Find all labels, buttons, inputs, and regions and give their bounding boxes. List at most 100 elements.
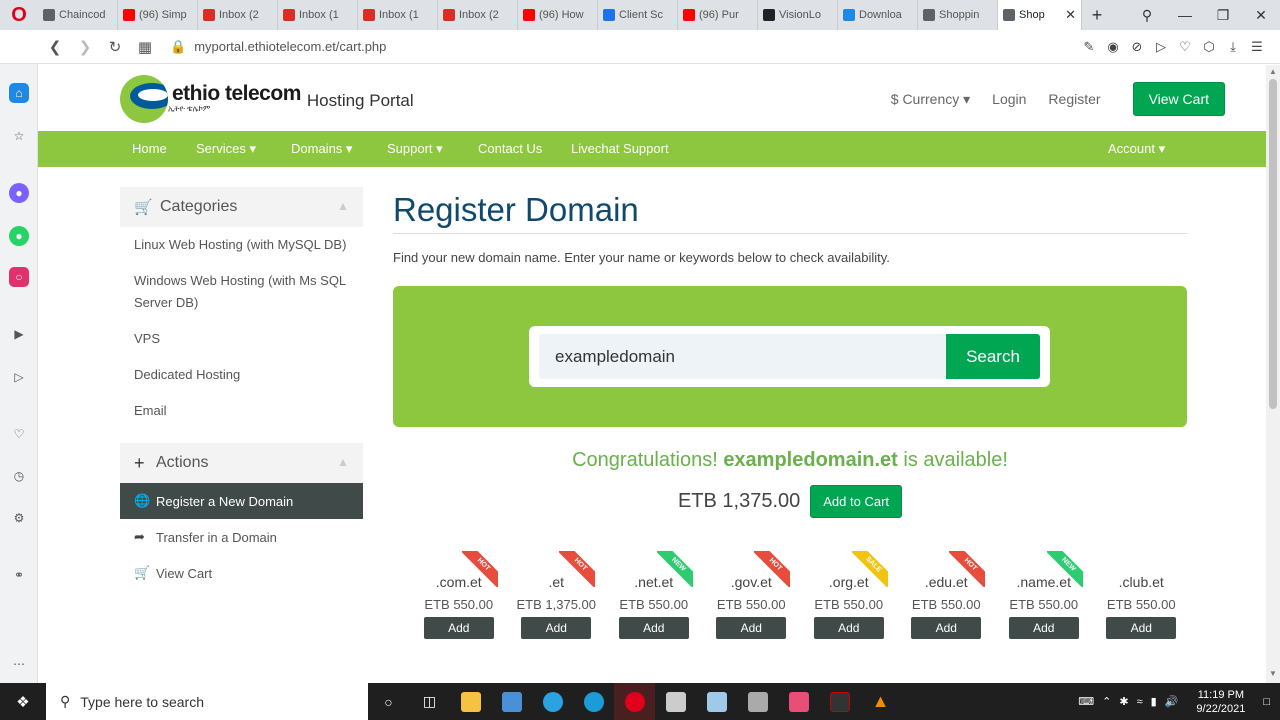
scroll-thumb[interactable] (1269, 79, 1277, 409)
tld-add-button[interactable]: Add (521, 617, 592, 639)
flow-icon[interactable]: ▷ (9, 367, 29, 387)
chevron-up-icon[interactable]: ⌃ (1102, 695, 1111, 708)
nav-contact[interactable]: Contact Us (478, 131, 542, 167)
app-icon-2[interactable] (696, 683, 737, 720)
url-field[interactable]: 🔒 myportal.ethiotelecom.et/cart.php (170, 39, 386, 55)
browser-tab[interactable]: Client Sc (598, 0, 678, 30)
opera-logo-icon[interactable]: O (0, 0, 38, 30)
app-icon-4[interactable] (778, 683, 819, 720)
bookmark-icon[interactable]: ☆ (9, 126, 29, 146)
tld-add-button[interactable]: Add (716, 617, 787, 639)
browser-tab[interactable]: Shop ✕ (998, 0, 1082, 30)
scroll-down-icon[interactable]: ▼ (1266, 669, 1280, 678)
browser-tab[interactable]: Inbox (1 (358, 0, 438, 30)
site-logo[interactable]: ethio telecom ኢትዮ ቴሌኮም Hosting Portal (120, 75, 414, 123)
tld-add-button[interactable]: Add (1008, 617, 1079, 639)
tld-add-button[interactable]: Add (1106, 617, 1177, 639)
close-window-button[interactable]: ✕ (1242, 7, 1280, 24)
maximize-button[interactable]: ❐ (1204, 7, 1242, 24)
cube-icon[interactable]: ⬡ (1200, 39, 1218, 55)
reload-icon[interactable]: ↻ (100, 38, 130, 56)
telegram-icon[interactable] (532, 683, 573, 720)
edge-icon[interactable] (573, 683, 614, 720)
action-transfer-domain[interactable]: ➦ Transfer in a Domain (120, 519, 363, 555)
category-vps[interactable]: VPS (120, 328, 363, 364)
send-icon[interactable]: ▷ (1152, 39, 1170, 55)
login-link[interactable]: Login (992, 91, 1026, 107)
volume-icon[interactable]: 🔊 (1165, 695, 1179, 708)
register-link[interactable]: Register (1048, 91, 1100, 107)
keyboard-icon[interactable]: ⌨ (1078, 695, 1094, 708)
taskbar-search[interactable]: ⚲ Type here to search (46, 683, 368, 720)
view-cart-button[interactable]: View Cart (1132, 82, 1225, 116)
speed-dial-icon[interactable]: ▦ (130, 38, 160, 56)
camera-icon[interactable]: ◉ (1104, 39, 1122, 55)
actions-panel-header[interactable]: + Actions ▲ (120, 443, 363, 483)
wifi-icon[interactable]: ≈ (1137, 696, 1143, 708)
favorites-icon[interactable]: ♡ (9, 424, 29, 444)
chevron-up-icon[interactable]: ▲ (337, 455, 349, 469)
file-explorer-icon[interactable] (450, 683, 491, 720)
scroll-up-icon[interactable]: ▲ (1266, 67, 1280, 76)
history-icon[interactable]: ◷ (9, 466, 29, 486)
messenger-icon[interactable]: ● (9, 183, 29, 203)
cortana-icon[interactable]: ○ (368, 683, 409, 720)
search-tabs-icon[interactable]: ⚲ (1128, 7, 1166, 24)
categories-panel-header[interactable]: 🛒 Categories ▲ (120, 187, 363, 227)
block-icon[interactable]: ⊘ (1128, 39, 1146, 55)
opera-taskbar-icon[interactable] (614, 683, 655, 720)
app-icon-3[interactable] (737, 683, 778, 720)
nav-livechat[interactable]: Livechat Support (571, 131, 669, 167)
browser-tab[interactable]: Chaincod (38, 0, 118, 30)
edit-icon[interactable]: ✎ (1080, 39, 1098, 55)
app-icon-5[interactable] (819, 683, 860, 720)
action-view-cart[interactable]: 🛒 View Cart (120, 555, 363, 591)
tld-add-button[interactable]: Add (618, 617, 689, 639)
category-email[interactable]: Email (120, 400, 363, 438)
tld-add-button[interactable]: Add (911, 617, 982, 639)
heart-icon[interactable]: ♡ (1176, 39, 1194, 55)
domain-search-input[interactable] (539, 334, 946, 379)
browser-tab[interactable]: Inbox (2 (198, 0, 278, 30)
browser-tab[interactable]: (96) Pur (678, 0, 758, 30)
vlc-icon[interactable]: ▲ (860, 683, 901, 720)
taskbar-clock[interactable]: 11:19 PM 9/22/2021 (1196, 688, 1245, 716)
menu-icon[interactable]: ☰ (1248, 39, 1266, 55)
browser-tab[interactable]: Shoppin (918, 0, 998, 30)
app-icon-1[interactable] (655, 683, 696, 720)
new-tab-button[interactable]: + (1082, 5, 1112, 26)
tld-add-button[interactable]: Add (813, 617, 884, 639)
add-to-cart-button[interactable]: Add to Cart (810, 485, 903, 518)
tips-icon[interactable]: ⚭ (9, 565, 29, 585)
page-scrollbar[interactable]: ▲ ▼ (1266, 65, 1280, 683)
browser-tab[interactable]: Inbox (1 (278, 0, 358, 30)
more-icon[interactable]: ⋯ (9, 654, 29, 674)
nav-support[interactable]: Support ▾ (387, 131, 443, 167)
forward-icon[interactable]: ❯ (70, 38, 100, 56)
store-icon[interactable] (491, 683, 532, 720)
close-tab-icon[interactable]: ✕ (1065, 7, 1076, 23)
browser-tab[interactable]: (96) How (518, 0, 598, 30)
player-icon[interactable]: ▶ (9, 324, 29, 344)
minimize-button[interactable]: — (1166, 7, 1204, 23)
browser-tab[interactable]: (96) Simp (118, 0, 198, 30)
category-linux-hosting[interactable]: Linux Web Hosting (with MySQL DB) (120, 234, 363, 270)
browser-tab[interactable]: VisionLo (758, 0, 838, 30)
search-button[interactable]: Search (946, 334, 1040, 379)
tld-add-button[interactable]: Add (423, 617, 494, 639)
nav-home[interactable]: Home (132, 131, 167, 167)
download-icon[interactable]: ⤓ (1224, 39, 1242, 55)
settings-icon[interactable]: ⚙ (9, 508, 29, 528)
task-view-icon[interactable]: ◫ (409, 683, 450, 720)
battery-icon[interactable]: ▮ (1151, 695, 1157, 708)
category-dedicated-hosting[interactable]: Dedicated Hosting (120, 364, 363, 400)
windows-start-icon[interactable]: ❖ (0, 683, 46, 720)
browser-tab[interactable]: Inbox (2 (438, 0, 518, 30)
category-windows-hosting[interactable]: Windows Web Hosting (with Ms SQL Server … (120, 270, 363, 328)
nav-services[interactable]: Services ▾ (196, 131, 256, 167)
whatsapp-icon[interactable]: ● (9, 226, 29, 246)
action-register-domain[interactable]: 🌐 Register a New Domain (120, 483, 363, 519)
currency-dropdown[interactable]: $ Currency ▾ (891, 91, 970, 108)
nav-domains[interactable]: Domains ▾ (291, 131, 352, 167)
browser-tab[interactable]: Downloa (838, 0, 918, 30)
